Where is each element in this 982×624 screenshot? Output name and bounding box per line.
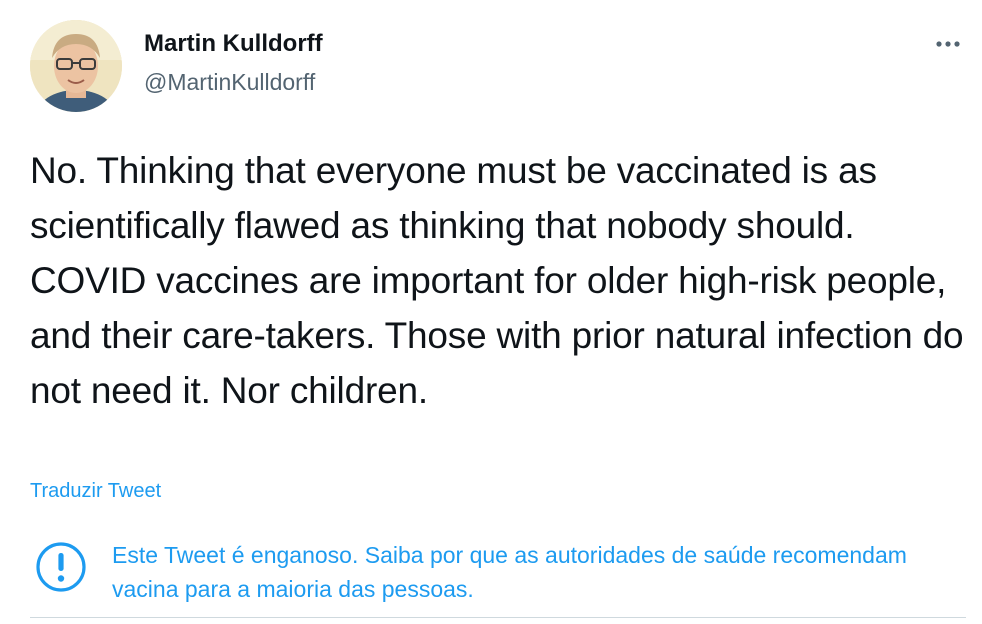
more-options-icon [936,41,960,47]
avatar-image [30,20,122,112]
misleading-warning-text[interactable]: Este Tweet é enganoso. Saiba por que as … [112,538,962,606]
exclamation-circle-icon [36,542,86,592]
translate-tweet-link[interactable]: Traduzir Tweet [30,478,161,504]
divider [30,617,966,618]
avatar[interactable] [30,20,122,112]
misleading-warning[interactable]: Este Tweet é enganoso. Saiba por que as … [30,534,970,612]
author-handle[interactable]: @MartinKulldorff [144,66,323,98]
tweet-text: No. Thinking that everyone must be vacci… [30,150,964,411]
author-display-name[interactable]: Martin Kulldorff [144,28,323,60]
tweet: Martin Kulldorff @MartinKulldorff No. Th… [0,0,982,624]
author-info: Martin Kulldorff @MartinKulldorff [144,28,323,98]
more-options-button[interactable] [928,30,968,58]
